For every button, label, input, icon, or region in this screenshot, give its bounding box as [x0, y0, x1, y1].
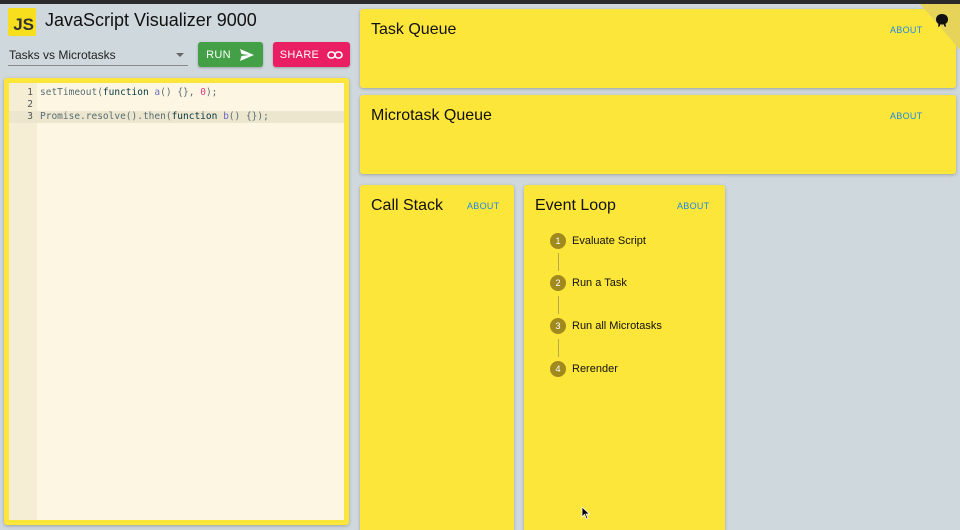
event-loop-panel: Event Loop ABOUT 1 Evaluate Script 2 Run… — [524, 185, 725, 530]
step-number-badge: 2 — [550, 275, 566, 291]
github-octocat-icon[interactable] — [933, 12, 951, 30]
code-token: ); — [205, 87, 218, 98]
code-line[interactable]: 2 — [9, 99, 344, 111]
step-connector — [558, 253, 559, 271]
event-loop-about-link[interactable]: ABOUT — [677, 201, 710, 211]
step-connector — [558, 339, 559, 357]
code-editor[interactable]: 1 setTimeout(function a() {}, 0); 2 3 Promis… — [9, 83, 344, 520]
share-button[interactable]: SHARE — [273, 42, 350, 67]
microtask-queue-about-link[interactable]: ABOUT — [890, 111, 923, 121]
call-stack-title: Call Stack — [371, 197, 444, 214]
link-icon — [327, 50, 344, 59]
js-logo: JS — [8, 8, 36, 36]
event-loop-step: 1 Evaluate Script — [550, 232, 646, 250]
event-loop-title: Event Loop — [535, 197, 616, 214]
code-line[interactable]: 3 Promise.resolve().then(function b() {})… — [9, 111, 344, 123]
code-line[interactable]: 1 setTimeout(function a() {}, 0); — [9, 87, 344, 99]
code-token: setTimeout( — [40, 87, 103, 98]
example-select[interactable]: Tasks vs Microtasks — [8, 44, 188, 66]
step-label: Run a Task — [572, 277, 627, 289]
code-text: setTimeout(function a() {}, 0); — [40, 87, 217, 99]
send-icon — [239, 48, 254, 61]
code-text: Promise.resolve().then(function b() {}); — [40, 111, 269, 123]
step-number-badge: 3 — [550, 318, 566, 334]
app-title: JavaScript Visualizer 9000 — [45, 10, 257, 30]
task-queue-title: Task Queue — [371, 21, 457, 38]
event-loop-step: 2 Run a Task — [550, 274, 627, 292]
microtask-queue-panel: Microtask Queue ABOUT — [360, 95, 956, 174]
top-border — [0, 0, 960, 4]
task-queue-panel: Task Queue ABOUT — [360, 9, 956, 88]
call-stack-about-link[interactable]: ABOUT — [467, 201, 500, 211]
line-number: 2 — [27, 99, 33, 110]
code-token: Promise.resolve().then( — [40, 111, 172, 122]
code-token: () {}, — [160, 87, 201, 98]
line-number: 3 — [27, 111, 33, 122]
event-loop-step: 3 Run all Microtasks — [550, 317, 662, 335]
line-number-gutter — [9, 83, 37, 520]
call-stack-panel: Call Stack ABOUT — [360, 185, 514, 530]
share-label: SHARE — [279, 48, 320, 61]
step-label: Evaluate Script — [572, 235, 646, 247]
example-select-value: Tasks vs Microtasks — [9, 48, 116, 62]
task-queue-about-link[interactable]: ABOUT — [890, 25, 923, 35]
code-editor-frame: 1 setTimeout(function a() {}, 0); 2 3 Promis… — [4, 78, 349, 525]
microtask-queue-title: Microtask Queue — [371, 107, 492, 124]
event-loop-step: 4 Rerender — [550, 360, 618, 378]
step-label: Rerender — [572, 363, 618, 375]
step-label: Run all Microtasks — [572, 320, 662, 332]
mouse-pointer-icon — [581, 506, 591, 520]
step-number-badge: 1 — [550, 233, 566, 249]
run-button[interactable]: RUN — [198, 42, 263, 67]
step-number-badge: 4 — [550, 361, 566, 377]
code-token: () {}); — [228, 111, 269, 122]
line-number: 1 — [27, 87, 33, 98]
code-token: function — [171, 111, 218, 122]
caret-down-icon — [176, 53, 184, 57]
code-token: function — [102, 87, 149, 98]
run-label: RUN — [206, 48, 231, 61]
step-connector — [558, 296, 559, 314]
